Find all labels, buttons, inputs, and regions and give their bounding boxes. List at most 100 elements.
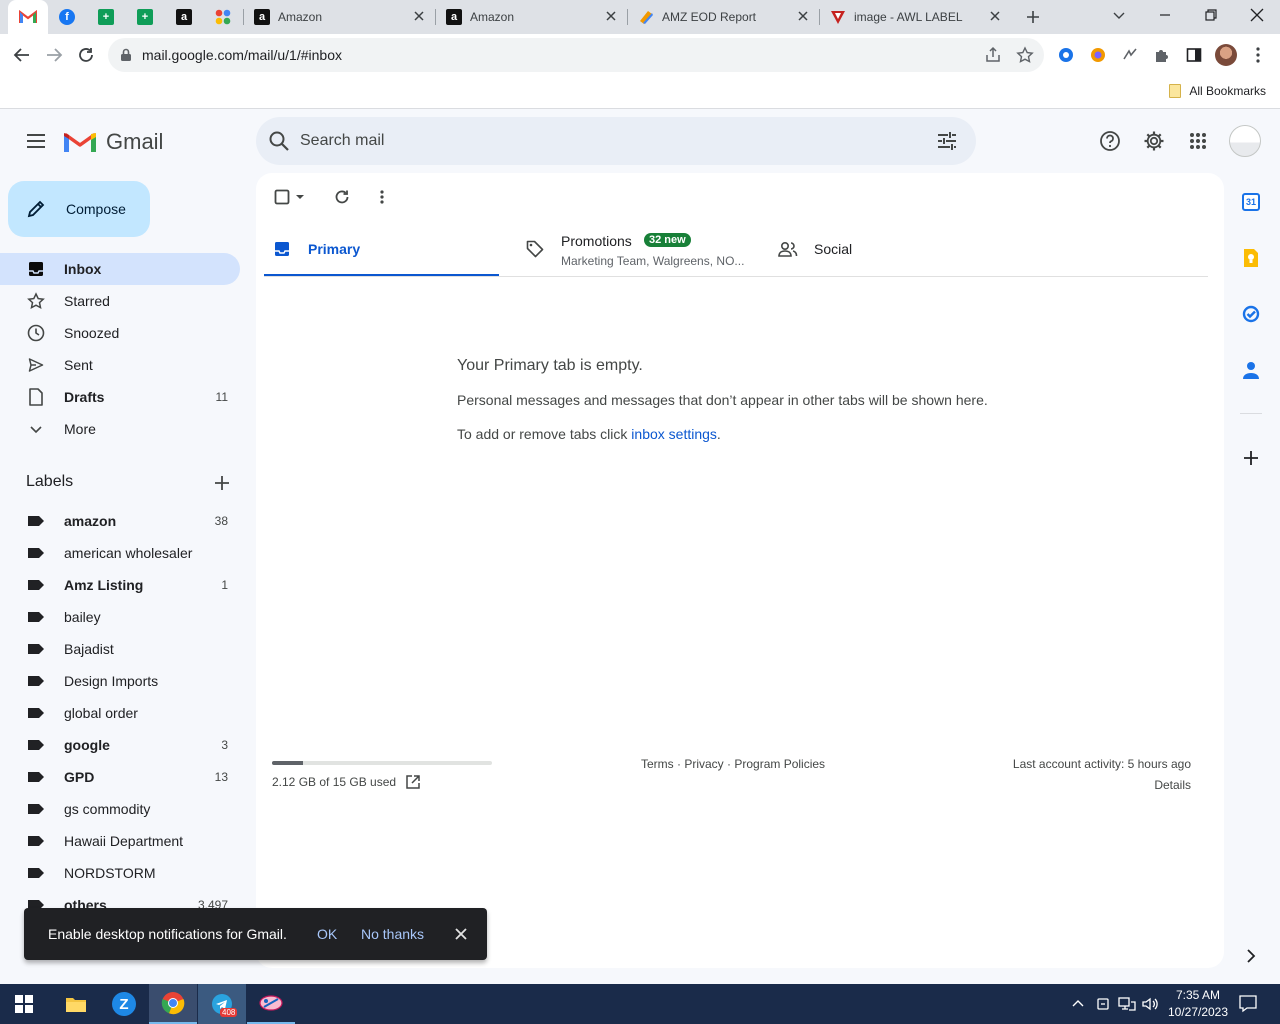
taskbar-chrome[interactable] xyxy=(149,984,197,1024)
select-menu-button[interactable] xyxy=(294,191,306,203)
tab-amz-eod-report[interactable]: AMZ EOD Report xyxy=(628,0,818,34)
nav-item-starred[interactable]: Starred xyxy=(0,285,240,317)
keep-icon xyxy=(1244,249,1258,267)
pinned-tab-apps[interactable] xyxy=(203,0,243,34)
calendar-app-button[interactable]: 31 xyxy=(1240,191,1262,213)
start-button[interactable] xyxy=(0,984,48,1024)
search-input[interactable] xyxy=(300,129,900,153)
clock[interactable]: 7:35 AM 10/27/2023 xyxy=(1162,987,1234,1021)
close-icon[interactable] xyxy=(454,927,468,941)
show-side-panel-button[interactable] xyxy=(1240,945,1262,967)
extension-2-button[interactable] xyxy=(1086,43,1110,67)
address-bar[interactable]: mail.google.com/mail/u/1/#inbox xyxy=(108,38,1044,72)
pinned-tab-sheets-2[interactable]: + xyxy=(125,0,165,34)
details-link[interactable]: Details xyxy=(1013,778,1191,792)
taskbar-snipping-tool[interactable] xyxy=(247,984,295,1024)
select-all-checkbox[interactable] xyxy=(272,187,292,207)
label-item[interactable]: Amz Listing 1 xyxy=(0,569,240,601)
more-actions-button[interactable] xyxy=(372,187,392,207)
label-item[interactable]: Design Imports xyxy=(0,665,240,697)
all-bookmarks-button[interactable]: All Bookmarks xyxy=(1169,84,1266,98)
tab-social[interactable]: Social xyxy=(766,225,996,277)
label-item[interactable]: amazon 38 xyxy=(0,505,240,537)
nav-item-drafts[interactable]: Drafts 11 xyxy=(0,381,240,413)
label-item[interactable]: bailey xyxy=(0,601,240,633)
close-icon[interactable] xyxy=(988,9,1002,23)
compose-button[interactable]: Compose xyxy=(8,181,150,237)
pinned-tab-sheets-1[interactable]: + xyxy=(86,0,126,34)
nav-item-snoozed[interactable]: Snoozed xyxy=(0,317,240,349)
nav-item-more[interactable]: More xyxy=(0,413,240,445)
tab-amazon-1[interactable]: a Amazon xyxy=(244,0,434,34)
gmail-logo[interactable]: Gmail xyxy=(64,127,163,157)
create-label-button[interactable] xyxy=(210,471,234,495)
main-panel: Primary Promotions 32 new Marketing Team… xyxy=(256,173,1224,968)
tasks-app-button[interactable] xyxy=(1240,303,1262,325)
refresh-button[interactable] xyxy=(330,187,354,207)
pinned-tab-facebook[interactable]: f xyxy=(47,0,87,34)
google-apps-button[interactable] xyxy=(1182,127,1214,155)
tab-promotions[interactable]: Promotions 32 new Marketing Team, Walgre… xyxy=(514,225,754,277)
extension-1-button[interactable] xyxy=(1054,43,1078,67)
pinned-tab-amazon[interactable]: a xyxy=(164,0,204,34)
label-item[interactable]: NORDSTORM xyxy=(0,857,240,889)
pinned-tab-gmail[interactable] xyxy=(8,0,48,34)
tab-awl-label[interactable]: image - AWL LABEL xyxy=(820,0,1010,34)
program-policies-link[interactable]: Program Policies xyxy=(734,757,825,771)
support-button[interactable] xyxy=(1094,127,1126,155)
taskbar-file-explorer[interactable] xyxy=(52,984,100,1024)
notification-center-icon[interactable] xyxy=(1239,995,1257,1013)
label-item[interactable]: gs commodity xyxy=(0,793,240,825)
settings-button[interactable] xyxy=(1138,127,1170,155)
share-icon[interactable] xyxy=(984,46,1002,64)
account-button[interactable] xyxy=(1228,124,1262,158)
side-panel-button[interactable] xyxy=(1182,43,1206,67)
back-button[interactable] xyxy=(10,43,34,67)
tab-search-button[interactable] xyxy=(1107,3,1131,27)
forward-button[interactable] xyxy=(42,43,66,67)
terms-link[interactable]: Terms xyxy=(641,757,674,771)
volume-icon[interactable] xyxy=(1142,996,1160,1012)
reload-button[interactable] xyxy=(74,43,98,67)
search-options-icon[interactable] xyxy=(936,130,958,152)
nav-item-inbox[interactable]: Inbox xyxy=(0,253,240,285)
label-item[interactable]: american wholesaler xyxy=(0,537,240,569)
profile-button[interactable] xyxy=(1214,43,1238,67)
inbox-settings-link[interactable]: inbox settings xyxy=(631,426,717,442)
star-icon[interactable] xyxy=(1016,46,1034,64)
window-close-button[interactable] xyxy=(1245,3,1269,27)
tab-amazon-2[interactable]: a Amazon xyxy=(436,0,626,34)
label-item[interactable]: Hawaii Department xyxy=(0,825,240,857)
label-item[interactable]: global order xyxy=(0,697,240,729)
nav-item-sent[interactable]: Sent xyxy=(0,349,240,381)
label-item[interactable]: Bajadist xyxy=(0,633,240,665)
label-item[interactable]: GPD 13 xyxy=(0,761,240,793)
network-icon[interactable] xyxy=(1118,996,1136,1012)
get-addons-button[interactable] xyxy=(1240,447,1262,469)
taskbar-zoho[interactable]: Z xyxy=(100,984,148,1024)
storage-bar xyxy=(272,761,492,765)
close-icon[interactable] xyxy=(412,9,426,23)
privacy-link[interactable]: Privacy xyxy=(684,757,723,771)
meet-now-icon[interactable] xyxy=(1096,996,1110,1012)
snackbar-ok-button[interactable]: OK xyxy=(317,926,337,942)
chrome-menu-button[interactable] xyxy=(1246,43,1270,67)
restore-button[interactable] xyxy=(1199,3,1223,27)
minimize-button[interactable] xyxy=(1153,3,1177,27)
search-icon[interactable] xyxy=(268,130,290,152)
close-icon[interactable] xyxy=(796,9,810,23)
extension-3-button[interactable] xyxy=(1118,43,1142,67)
close-icon[interactable] xyxy=(604,9,618,23)
label-item[interactable]: google 3 xyxy=(0,729,240,761)
keep-app-button[interactable] xyxy=(1240,247,1262,269)
plus-icon xyxy=(1244,451,1258,465)
contacts-app-button[interactable] xyxy=(1240,359,1262,381)
extensions-button[interactable] xyxy=(1150,43,1174,67)
new-tab-button[interactable] xyxy=(1021,5,1045,29)
snackbar-no-thanks-button[interactable]: No thanks xyxy=(361,926,424,942)
taskbar-telegram[interactable]: 408 xyxy=(198,984,246,1024)
tab-primary[interactable]: Primary xyxy=(264,225,499,277)
main-menu-button[interactable] xyxy=(22,129,50,153)
open-in-new-icon[interactable] xyxy=(406,775,420,789)
chevron-up-icon[interactable] xyxy=(1071,997,1085,1011)
